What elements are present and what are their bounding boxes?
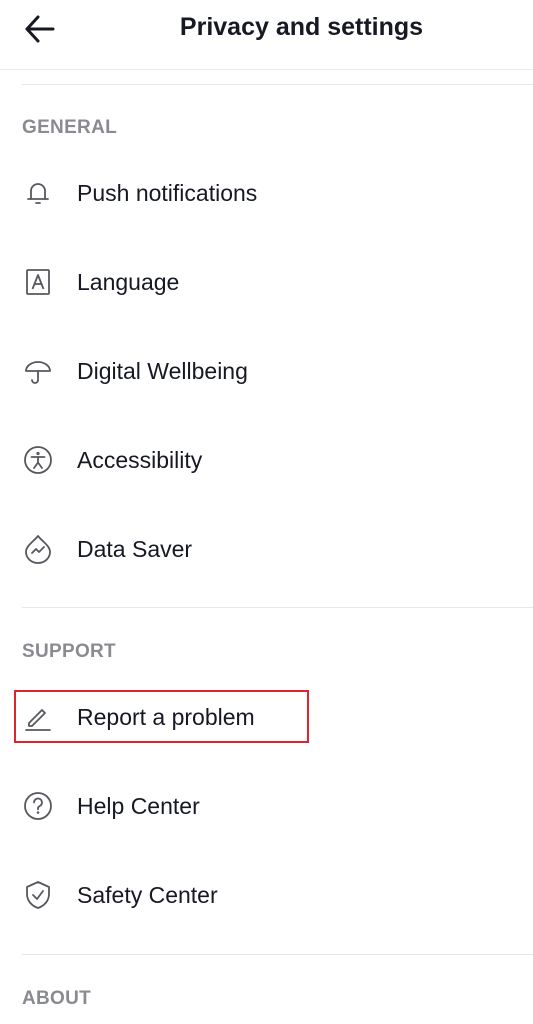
row-push-notifications[interactable]: Push notifications bbox=[0, 165, 533, 221]
language-icon bbox=[21, 265, 55, 299]
bell-icon bbox=[21, 176, 55, 210]
row-accessibility[interactable]: Accessibility bbox=[0, 432, 533, 488]
row-language[interactable]: Language bbox=[0, 254, 533, 310]
row-safety-center[interactable]: Safety Center bbox=[0, 867, 533, 923]
divider bbox=[22, 607, 533, 608]
pencil-icon bbox=[21, 700, 55, 734]
accessibility-icon bbox=[21, 443, 55, 477]
divider bbox=[22, 84, 533, 85]
divider bbox=[22, 954, 533, 955]
help-icon bbox=[21, 789, 55, 823]
shield-check-icon bbox=[21, 878, 55, 912]
row-label: Safety Center bbox=[77, 881, 218, 908]
row-data-saver[interactable]: Data Saver bbox=[0, 521, 533, 577]
section-header-about: ABOUT bbox=[22, 988, 92, 1009]
row-label: Language bbox=[77, 268, 180, 295]
row-label: Push notifications bbox=[77, 179, 258, 206]
row-label: Help Center bbox=[77, 792, 200, 819]
data-saver-icon bbox=[21, 532, 55, 566]
page-title: Privacy and settings bbox=[179, 13, 424, 41]
row-label: Report a problem bbox=[77, 703, 255, 730]
row-label: Digital Wellbeing bbox=[77, 357, 248, 384]
row-label: Accessibility bbox=[77, 446, 203, 473]
row-digital-wellbeing[interactable]: Digital Wellbeing bbox=[0, 343, 533, 399]
row-report-a-problem[interactable]: Report a problem bbox=[0, 689, 533, 745]
row-help-center[interactable]: Help Center bbox=[0, 778, 533, 834]
umbrella-icon bbox=[21, 354, 55, 388]
section-header-general: GENERAL bbox=[22, 117, 117, 138]
row-label: Data Saver bbox=[77, 535, 193, 562]
top-bar: Privacy and settings bbox=[0, 0, 533, 70]
section-header-support: SUPPORT bbox=[22, 641, 116, 662]
